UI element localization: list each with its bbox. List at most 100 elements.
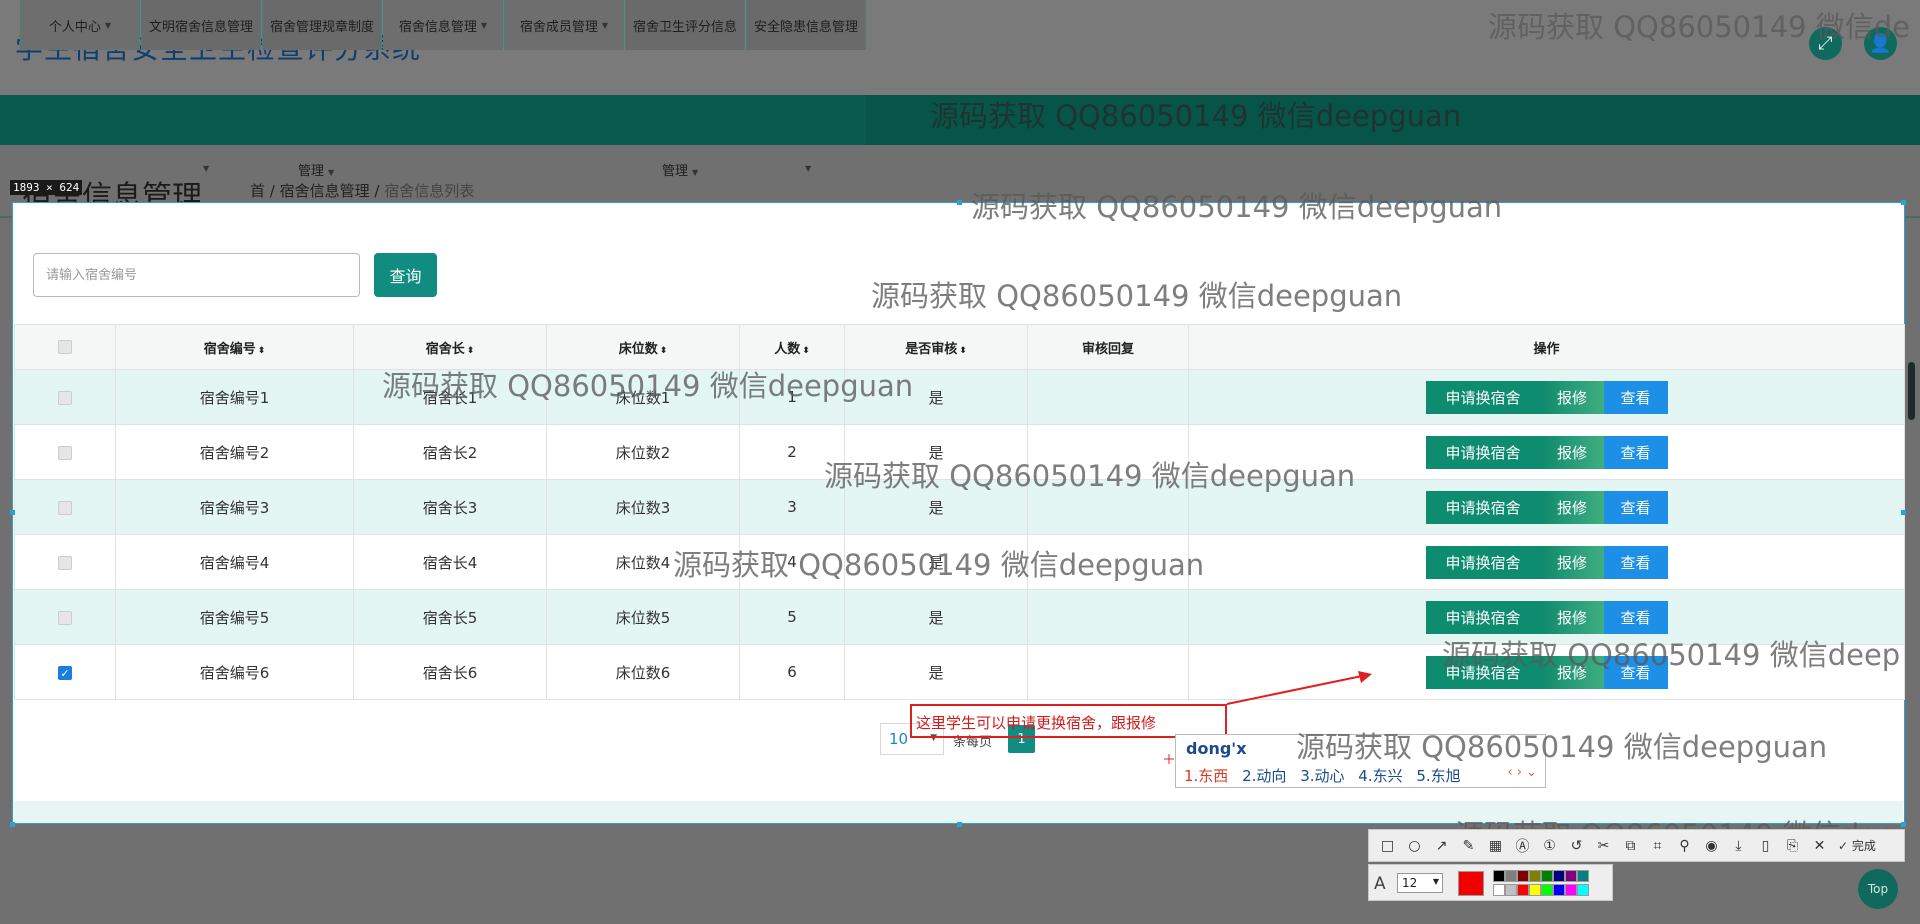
search-input[interactable]	[33, 253, 360, 297]
color-swatch[interactable]	[1577, 884, 1589, 896]
view-button[interactable]: 查看	[1603, 490, 1668, 524]
pin2-icon[interactable]: ⚲	[1674, 838, 1695, 854]
resize-handle[interactable]	[957, 822, 962, 827]
header-select-all[interactable]	[14, 324, 116, 370]
arrow-icon[interactable]: ↗	[1431, 838, 1452, 854]
current-color-swatch[interactable]	[1458, 871, 1484, 896]
checkbox[interactable]	[58, 610, 72, 625]
font-size-select[interactable]: 12 ▼	[1397, 873, 1443, 893]
save-icon[interactable]: ⤓	[1728, 838, 1749, 854]
ocr-icon[interactable]: ⌗	[1647, 838, 1668, 854]
color-swatch[interactable]	[1505, 870, 1517, 882]
rect-icon[interactable]: □	[1377, 838, 1398, 854]
repair-button[interactable]: 报修	[1540, 435, 1604, 469]
header-dorm-id[interactable]: 宿舍编号 ⬍	[115, 324, 354, 370]
close-icon[interactable]: ✕	[1809, 838, 1830, 854]
resize-handle[interactable]	[10, 510, 15, 515]
repair-button[interactable]: 报修	[1540, 545, 1604, 579]
view-button[interactable]: 查看	[1603, 600, 1668, 634]
breadcrumb-current: 宿舍信息列表	[384, 182, 475, 200]
ime-candidate[interactable]: 5.东旭	[1416, 767, 1460, 785]
checkbox[interactable]	[58, 500, 72, 515]
apply-dorm-change-button[interactable]: 申请换宿舍	[1425, 380, 1541, 414]
more-icon[interactable]: ⎘	[1782, 838, 1803, 854]
record-icon[interactable]: ◉	[1701, 838, 1722, 854]
ime-page-nav[interactable]: ‹ › ⌄	[1507, 765, 1537, 780]
checkbox[interactable]	[58, 390, 72, 405]
repair-button[interactable]: 报修	[1540, 380, 1604, 414]
repair-button[interactable]: 报修	[1540, 490, 1604, 524]
sort-icon: ⬍	[466, 345, 475, 356]
back-to-top-button[interactable]: Top	[1858, 869, 1898, 909]
query-button[interactable]: 查询	[374, 253, 437, 297]
color-swatch[interactable]	[1565, 884, 1577, 896]
checkbox[interactable]	[58, 555, 72, 570]
ime-candidates: 1.东西 2.动向 3.动心 4.东兴 5.东旭	[1184, 765, 1470, 786]
annotation-note[interactable]: 这里学生可以申请更换宿舍，跟报修	[910, 704, 1227, 738]
mosaic-icon[interactable]: ▦	[1485, 838, 1506, 854]
copy-icon[interactable]: ⧉	[1620, 838, 1641, 854]
nav-item-safety-hazards[interactable]: 安全隐患信息管理	[746, 0, 866, 50]
nav-item-dorm-members[interactable]: 宿舍成员管理 ▼	[504, 0, 624, 50]
color-swatch[interactable]	[1565, 870, 1577, 882]
done-button[interactable]: ✓ 完成	[1838, 837, 1876, 854]
undo-icon[interactable]: ↺	[1566, 838, 1587, 854]
color-swatch[interactable]	[1541, 870, 1553, 882]
nav-item-label: 个人中心	[48, 19, 101, 35]
nav-item-dorm-rules[interactable]: 宿舍管理规章制度	[262, 0, 382, 50]
ime-candidate[interactable]: 3.动心	[1300, 767, 1344, 785]
chevron-down-icon: ▼	[203, 164, 210, 173]
ime-candidate[interactable]: 4.东兴	[1358, 767, 1402, 785]
nav-item-label: 文明宿舍信息管理	[148, 19, 253, 35]
chevron-down-icon: ▼	[480, 20, 488, 30]
color-swatch[interactable]	[1529, 870, 1541, 882]
view-button[interactable]: 查看	[1603, 380, 1668, 414]
pen-icon[interactable]: ✎	[1458, 838, 1479, 854]
pin-icon[interactable]: ✂	[1593, 838, 1614, 854]
checkbox[interactable]: ✓	[58, 665, 72, 680]
resize-handle[interactable]	[1901, 822, 1906, 827]
view-button[interactable]: 查看	[1603, 545, 1668, 579]
color-swatch[interactable]	[1541, 884, 1553, 896]
ellipse-icon[interactable]: ○	[1404, 838, 1425, 854]
resize-handle[interactable]	[10, 822, 15, 827]
color-swatch[interactable]	[1553, 884, 1565, 896]
apply-dorm-change-button[interactable]: 申请换宿舍	[1425, 545, 1541, 579]
resize-handle[interactable]	[957, 200, 962, 205]
color-swatch[interactable]	[1517, 884, 1529, 896]
nav-item-hygiene-scores[interactable]: 宿舍卫生评分信息	[625, 0, 745, 50]
checkbox[interactable]	[58, 445, 72, 460]
color-swatch[interactable]	[1493, 870, 1505, 882]
long-icon[interactable]: ▯	[1755, 838, 1776, 854]
color-swatch[interactable]	[1529, 884, 1541, 896]
nav-item-label: 安全隐患信息管理	[753, 19, 858, 35]
apply-dorm-change-button[interactable]: 申请换宿舍	[1425, 600, 1541, 634]
repair-button[interactable]: 报修	[1540, 600, 1604, 634]
cell-beds: 床位数3	[546, 479, 740, 535]
breadcrumb-trail[interactable]: 首 / 宿舍信息管理 /	[250, 182, 384, 200]
nav-item-personal-center[interactable]: 个人中心 ▼	[20, 0, 140, 50]
view-button[interactable]: 查看	[1603, 435, 1668, 469]
nav-item-civilized-dorm[interactable]: 文明宿舍信息管理	[141, 0, 261, 50]
number-icon[interactable]: ①	[1539, 838, 1560, 854]
nav-item-dorm-info[interactable]: 宿舍信息管理 ▼	[383, 0, 503, 50]
watermark-text: 源码获取 QQ86050149 微信deepguan	[673, 548, 1205, 582]
color-swatch[interactable]	[1577, 870, 1589, 882]
ime-input-text: dong'x	[1186, 739, 1247, 758]
text-icon[interactable]: Ⓐ	[1512, 836, 1533, 856]
apply-dorm-change-button[interactable]: 申请换宿舍	[1425, 435, 1541, 469]
cell-dorm-id: 宿舍编号5	[115, 589, 354, 645]
cell-reply	[1027, 644, 1189, 700]
checkbox[interactable]	[58, 340, 72, 354]
resize-handle[interactable]	[1901, 510, 1906, 515]
color-swatch[interactable]	[1517, 870, 1529, 882]
color-swatch[interactable]	[1553, 870, 1565, 882]
cell-dorm-id: 宿舍编号2	[115, 424, 354, 480]
resize-handle[interactable]	[1901, 200, 1906, 205]
ime-candidate[interactable]: 1.东西	[1184, 767, 1228, 785]
scrollbar-thumb[interactable]	[1908, 362, 1915, 420]
color-swatch[interactable]	[1493, 884, 1505, 896]
apply-dorm-change-button[interactable]: 申请换宿舍	[1425, 490, 1541, 524]
color-swatch[interactable]	[1505, 884, 1517, 896]
ime-candidate[interactable]: 2.动向	[1242, 767, 1286, 785]
